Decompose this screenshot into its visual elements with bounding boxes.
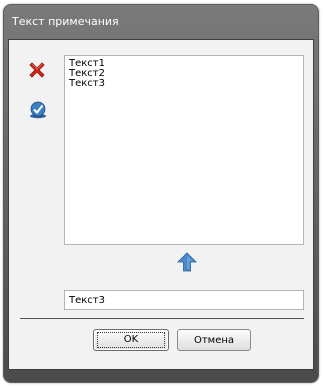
divider (20, 318, 304, 319)
note-text-input[interactable] (64, 290, 304, 310)
dialog-client-area: Текст1 Текст2 Текст3 OK Отмена (8, 39, 314, 370)
cancel-button[interactable]: Отмена (177, 329, 251, 351)
notes-listbox[interactable]: Текст1 Текст2 Текст3 (64, 55, 304, 245)
note-text-dialog: Текст примечания Текст1 Текст2 Текст3 Те… (3, 4, 319, 383)
delete-icon[interactable] (27, 60, 47, 80)
list-item[interactable]: Текст3 (69, 79, 303, 89)
move-up-icon[interactable] (176, 251, 198, 273)
blue-up-arrow-icon (177, 252, 197, 272)
apply-check-icon[interactable] (28, 100, 48, 120)
red-x-delete-icon (29, 62, 45, 78)
ok-button-label: OK (97, 332, 165, 348)
ok-button[interactable]: OK (93, 329, 169, 351)
window-bottom-frame (4, 370, 318, 382)
title-bar[interactable]: Текст примечания (4, 5, 318, 39)
window-title: Текст примечания (12, 15, 119, 28)
blue-check-icon (30, 101, 46, 119)
